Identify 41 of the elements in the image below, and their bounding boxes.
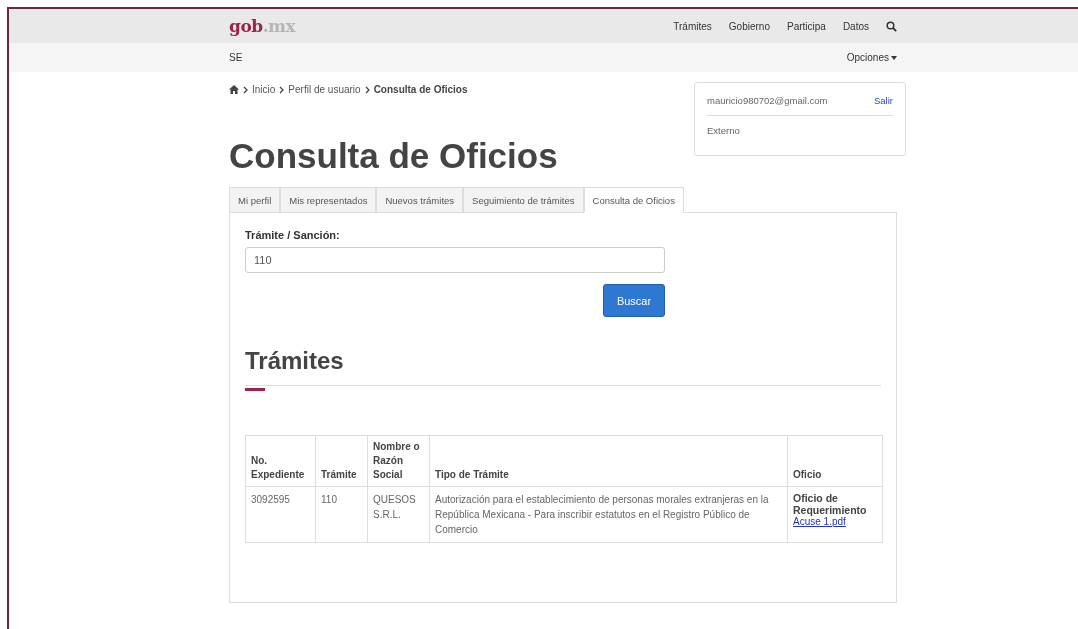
caret-icon	[891, 55, 897, 60]
chevron-icon	[243, 85, 248, 94]
page-title: Consulta de Oficios	[229, 136, 558, 176]
nav-link[interactable]: Trámites	[673, 20, 712, 32]
nav-link[interactable]: Datos	[842, 20, 869, 32]
column-header: No. Expediente	[245, 435, 316, 487]
chevron-icon	[364, 85, 370, 94]
file-link[interactable]: Acuse 1.pdf	[793, 516, 846, 527]
table-cell: 110	[315, 486, 368, 543]
logo[interactable]: gob.mx	[229, 16, 296, 36]
tab[interactable]: Mi perfil	[229, 187, 281, 213]
column-header: Tipo de Trámite	[429, 435, 788, 487]
tab[interactable]: Consulta de Oficios	[583, 187, 684, 213]
user-email: mauricio980702@gmail.com	[707, 95, 828, 106]
document-title: Oficio de Requerimiento	[793, 492, 868, 516]
options-menu[interactable]: Opciones	[846, 52, 897, 63]
breadcrumb-link[interactable]: Consulta de Oficios	[373, 84, 468, 95]
column-header: Nombre o Razón Social	[367, 435, 430, 487]
search-icon[interactable]	[886, 20, 897, 32]
table-cell: QUESOS S.R.L.	[367, 486, 430, 543]
breadcrumb-link[interactable]: Inicio	[252, 84, 276, 95]
search-button[interactable]: Buscar	[603, 284, 665, 317]
chevron-icon	[279, 85, 285, 94]
logout-link[interactable]: Salir	[874, 95, 893, 106]
column-header: Oficio	[787, 435, 883, 487]
table-cell: Autorización para el establecimiento de personas morales extranjeras en la República Mexicana - Para inscribir estatutos en el Registro Público de Comercio	[429, 486, 788, 543]
tab[interactable]: Nuevos trámites	[376, 187, 464, 213]
accent-bar	[245, 388, 265, 391]
section-title: Trámites	[245, 347, 881, 386]
table-cell: 3092595	[245, 486, 316, 543]
column-header: Trámite	[315, 435, 368, 487]
breadcrumb-link[interactable]: Perfil de usuario	[288, 84, 361, 95]
tab[interactable]: Seguimiento de trámites	[463, 187, 584, 213]
home-icon[interactable]	[229, 85, 239, 94]
user-role: Externo	[707, 125, 741, 136]
site-section-title: SE	[229, 52, 243, 63]
input-field[interactable]: 110	[245, 247, 665, 273]
nav-link[interactable]: Gobierno	[728, 20, 770, 32]
tab[interactable]: Mis representados	[280, 187, 377, 213]
field-label: Trámite / Sanción:	[245, 229, 341, 241]
nav-link[interactable]: Participa	[786, 20, 826, 32]
